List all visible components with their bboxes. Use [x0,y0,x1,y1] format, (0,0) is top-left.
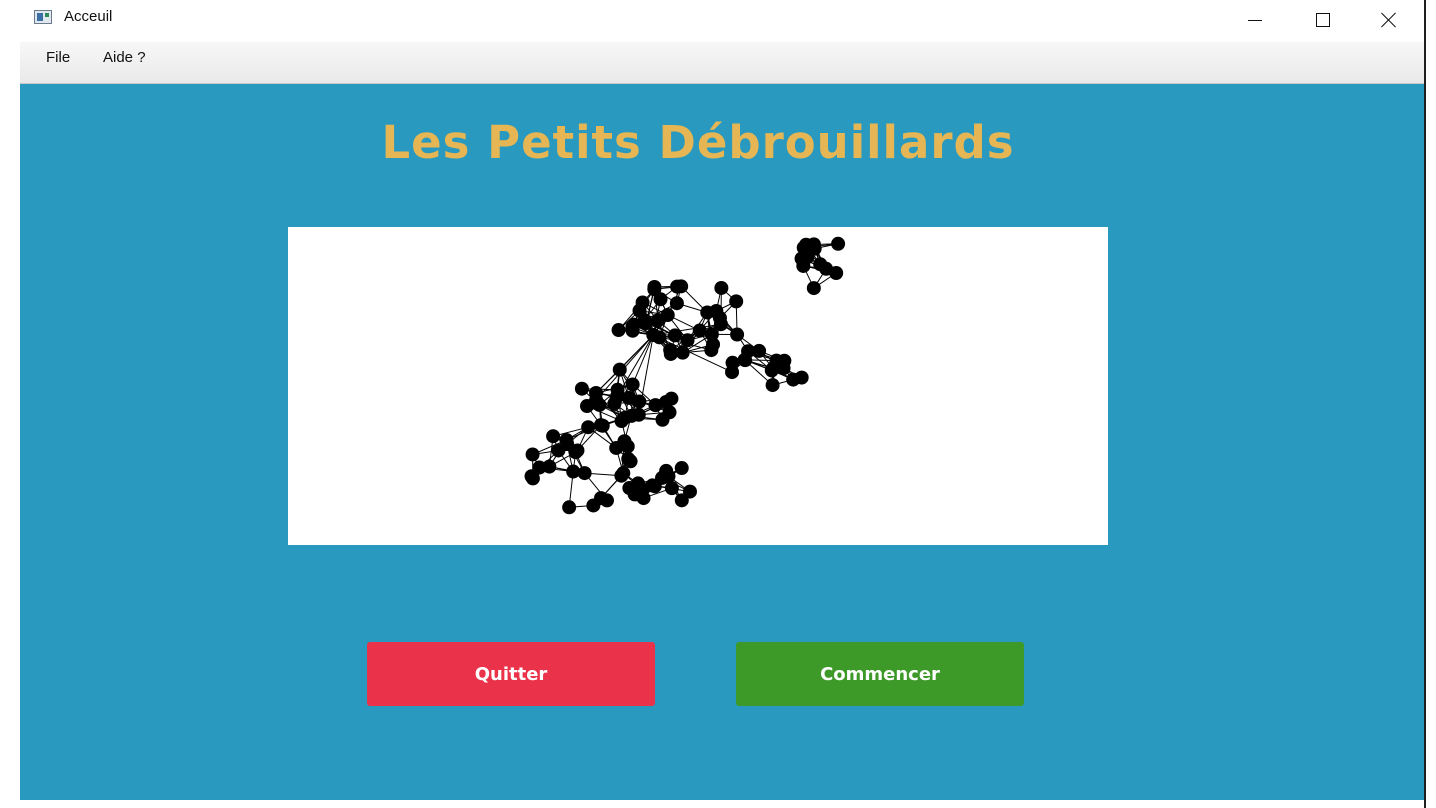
graph-node [670,279,685,294]
graph-node [730,327,745,342]
graph-node [612,362,627,377]
graph-node [570,443,585,458]
graph-node [626,317,641,332]
graph-node [680,333,695,348]
graph-node [667,328,682,343]
menu-file[interactable]: File [42,49,74,66]
graph-node [652,330,667,345]
app-icon [34,10,52,24]
graph-node [635,295,650,310]
quit-button[interactable]: Quitter [367,642,655,706]
graph-node [669,296,684,311]
graph-node [675,345,690,360]
graph-node [542,459,557,474]
graph-node [631,407,646,422]
graph-node [622,481,637,496]
maximize-icon [1316,13,1330,27]
minimize-icon [1248,19,1262,21]
graph-node [796,240,811,255]
graph-node [813,257,828,272]
graph-edge [632,334,654,385]
title-bar: Acceuil [0,0,1436,40]
minimize-button[interactable] [1232,0,1278,40]
graph-node [660,308,675,323]
graph-node [647,279,662,294]
close-button[interactable] [1366,0,1412,40]
main-panel: Les Petits Débrouillards Quitter Commenc… [20,84,1424,800]
graph-node [610,382,625,397]
graph-node [632,394,647,409]
graph-node [712,311,727,326]
graph-node [655,412,670,427]
graph-node [831,236,846,251]
maximize-button[interactable] [1300,0,1346,40]
graph-node [551,443,566,458]
graph-node [577,466,592,481]
graph-node [692,323,707,338]
graph-node [589,386,604,401]
start-button[interactable]: Commencer [736,642,1024,706]
graph-node [586,498,601,513]
close-icon [1381,12,1397,28]
graph-node [621,451,636,466]
graph-node [574,381,589,396]
graph-node [580,399,595,414]
window-border [1424,0,1426,808]
graph-node [546,429,561,444]
menu-bar: File Aide ? [20,42,1424,84]
graph-node [616,466,631,481]
network-graph-drawing [524,236,846,515]
graph-node [769,353,784,368]
graph-node [592,397,607,412]
graph-node [659,394,674,409]
graph-node [674,461,689,476]
graph-node [607,396,622,411]
graph-node [806,281,821,296]
graph-node [725,355,740,370]
graph-node [674,493,689,508]
graph-node [581,420,596,435]
graph-node [617,410,632,425]
graph-node [741,344,756,359]
graph-node [525,447,540,462]
window-title: Acceuil [64,8,113,25]
graph-node [786,372,801,387]
graph-node [611,323,626,338]
graph-node [562,500,577,515]
graph-node [617,434,632,449]
page-title: Les Petits Débrouillards [381,116,1015,169]
graph-node [829,265,844,280]
graph-node [706,337,721,352]
network-graph-image [288,227,1108,545]
graph-node [655,470,670,485]
graph-node [625,377,640,392]
graph-node [714,280,729,295]
menu-aide[interactable]: Aide ? [99,49,150,66]
graph-node [593,418,608,433]
graph-node [524,469,539,484]
graph-node [765,378,780,393]
graph-node [599,493,614,508]
graph-node [729,294,744,309]
graph-node [664,481,679,496]
graph-node [663,346,678,361]
